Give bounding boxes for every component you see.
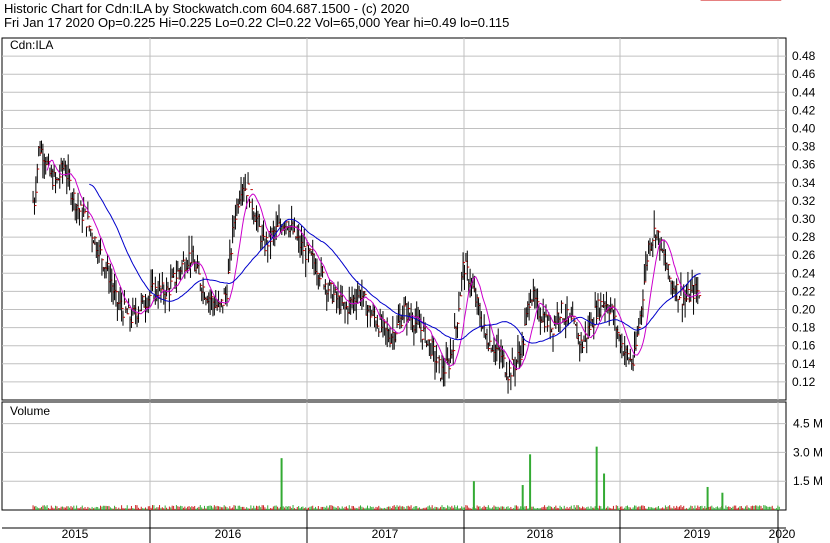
price-tick-label: 0.44 (792, 85, 816, 99)
price-tick-label: 0.34 (792, 176, 816, 190)
price-tick-label: 0.16 (792, 339, 816, 353)
price-tick-label: 0.42 (792, 103, 816, 117)
volume-tick-label: 4.5 M (793, 417, 823, 431)
volume-title: Volume (10, 404, 50, 418)
price-tick-label: 0.48 (792, 49, 816, 63)
volume-panel-frame (1, 401, 787, 511)
price-tick-label: 0.14 (792, 357, 816, 371)
year-label: 2015 (62, 527, 89, 541)
price-tick-label: 0.38 (792, 140, 816, 154)
price-tick-label: 0.24 (792, 266, 816, 280)
year-label: 2018 (527, 527, 554, 541)
price-tick-label: 0.12 (792, 375, 816, 389)
year-label: 2017 (372, 527, 399, 541)
chart-canvas: 0.48 0.46 0.44 0.42 0.40 0.38 0.36 0.34 0.32 0.30… (1, 0, 823, 543)
price-tick-label: 0.32 (792, 194, 816, 208)
price-tick-label: 0.18 (792, 321, 816, 335)
price-tick-label: 0.20 (792, 303, 816, 317)
price-tick-label: 0.22 (792, 284, 816, 298)
chart-title: Cdn:ILA (10, 38, 53, 52)
stock-chart: Historic Chart for Cdn:ILA by Stockwatch… (0, 0, 830, 543)
year-label: 2016 (215, 527, 242, 541)
price-tick-label: 0.28 (792, 230, 816, 244)
price-tick-label: 0.36 (792, 158, 816, 172)
year-label: 2020 (769, 527, 796, 541)
year-label: 2019 (684, 527, 711, 541)
price-tick-label: 0.40 (792, 122, 816, 136)
volume-tick-label: 1.5 M (793, 474, 823, 488)
volume-tick-label: 3.0 M (793, 445, 823, 459)
price-tick-label: 0.46 (792, 67, 816, 81)
price-tick-label: 0.30 (792, 212, 816, 226)
price-tick-label: 0.26 (792, 248, 816, 262)
